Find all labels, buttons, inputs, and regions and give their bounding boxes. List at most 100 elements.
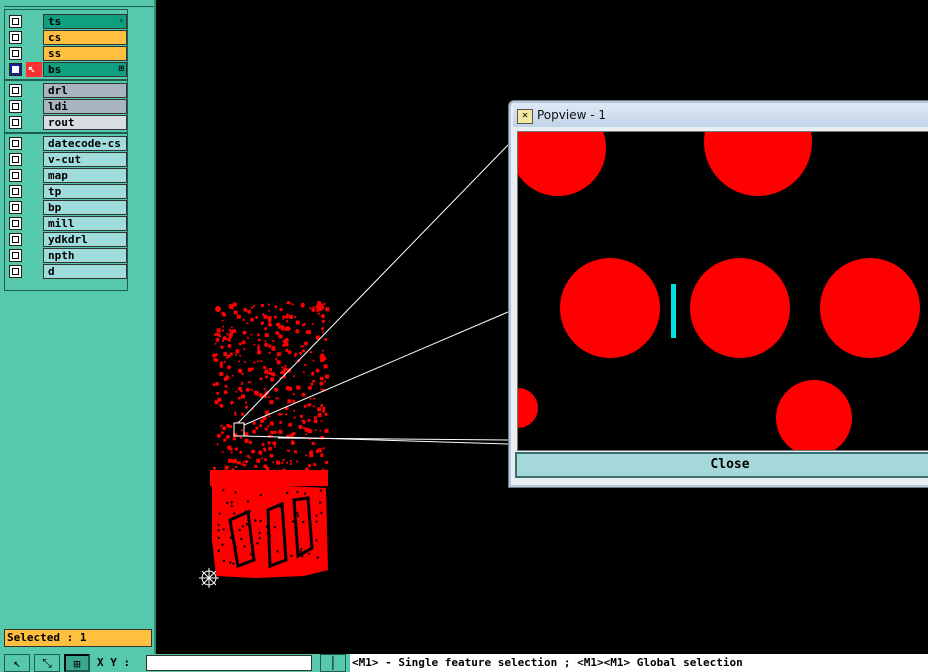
layer-row-tp[interactable]: tp xyxy=(7,184,127,199)
layer-row-rout[interactable]: rout xyxy=(7,115,127,130)
layer-row-d[interactable]: d xyxy=(7,264,127,279)
layer-checkbox-ydkdrl[interactable] xyxy=(9,233,22,246)
selected-feature[interactable] xyxy=(671,284,676,338)
layer-name[interactable]: npth xyxy=(43,248,127,263)
layer-name[interactable]: v-cut xyxy=(43,152,127,167)
board-feature xyxy=(273,526,276,529)
layer-checkbox-v-cut[interactable] xyxy=(9,153,22,166)
layer-row-ydkdrl[interactable]: ydkdrl xyxy=(7,232,127,247)
popview-window[interactable]: ✕ Popview - 1 Close xyxy=(508,100,928,488)
select-tool-icon[interactable]: ↖ xyxy=(4,654,30,672)
layer-checkbox-datecode-cs[interactable] xyxy=(9,137,22,150)
layer-checkbox-npth[interactable] xyxy=(9,249,22,262)
layer-name[interactable]: rout xyxy=(43,115,127,130)
popview-titlebar[interactable]: ✕ Popview - 1 xyxy=(513,103,928,127)
layer-row-ss[interactable]: ss xyxy=(7,46,127,61)
layer-name[interactable]: ss xyxy=(43,46,127,61)
board-feature xyxy=(290,433,294,437)
popview-canvas[interactable] xyxy=(518,132,928,450)
board-feature xyxy=(324,428,329,433)
snap-tool-icon[interactable]: ⊞ xyxy=(64,654,90,672)
layer-row-ldi[interactable]: ldi xyxy=(7,99,127,114)
layer-name[interactable]: datecode-cs xyxy=(43,136,127,151)
measure-tool-icon[interactable]: ⤡ xyxy=(34,654,60,672)
board-feature xyxy=(241,373,244,376)
board-feature xyxy=(231,374,234,377)
board-feature xyxy=(256,360,259,363)
board-feature xyxy=(311,442,315,445)
layer-name[interactable]: drl xyxy=(43,83,127,98)
pad[interactable] xyxy=(820,258,920,358)
layer-checkbox-bs[interactable] xyxy=(9,63,22,76)
layer-row-cs[interactable]: cs xyxy=(7,30,127,45)
cursor-mode-icon[interactable]: │ xyxy=(320,654,346,672)
layer-name[interactable]: ldi xyxy=(43,99,127,114)
layer-checkbox-cs[interactable] xyxy=(9,31,22,44)
board-feature xyxy=(305,433,308,436)
popview-zoom-view[interactable] xyxy=(517,131,928,451)
layer-name[interactable]: d xyxy=(43,264,127,279)
board-feature xyxy=(243,348,246,351)
board-feature xyxy=(253,361,256,364)
board-feature xyxy=(272,461,275,464)
layer-row-npth[interactable]: npth xyxy=(7,248,127,263)
board-feature xyxy=(276,360,281,365)
layer-name[interactable]: ts ✧ xyxy=(43,14,127,29)
layer-name[interactable]: bp xyxy=(43,200,127,215)
pad[interactable] xyxy=(518,388,538,428)
layer-checkbox-drl[interactable] xyxy=(9,84,22,97)
board-feature xyxy=(268,446,273,451)
layer-row-ts[interactable]: ts ✧ xyxy=(7,14,127,29)
layer-checkbox-tp[interactable] xyxy=(9,185,22,198)
layer-row-bp[interactable]: bp xyxy=(7,200,127,215)
pad[interactable] xyxy=(690,258,790,358)
layer-checkbox-d[interactable] xyxy=(9,265,22,278)
layer-checkbox-ss[interactable] xyxy=(9,47,22,60)
board-feature xyxy=(315,368,320,373)
work-layer-arrow-icon[interactable]: ↖ xyxy=(26,61,42,77)
layer-name[interactable]: ydkdrl xyxy=(43,232,127,247)
pad[interactable] xyxy=(704,132,812,196)
layer-row-v-cut[interactable]: v-cut xyxy=(7,152,127,167)
layer-checkbox-ts[interactable] xyxy=(9,15,22,28)
board-feature xyxy=(271,372,276,377)
layer-name[interactable]: mill xyxy=(43,216,127,231)
board-feature xyxy=(249,440,252,444)
layer-row-map[interactable]: map xyxy=(7,168,127,183)
layer-name[interactable]: map xyxy=(43,168,127,183)
board-feature xyxy=(220,424,223,427)
layer-row-datecode-cs[interactable]: datecode-cs xyxy=(7,136,127,151)
layer-checkbox-rout[interactable] xyxy=(9,116,22,129)
layer-name[interactable]: tp xyxy=(43,184,127,199)
layer-row-mill[interactable]: mill xyxy=(7,216,127,231)
layer-checkbox-map[interactable] xyxy=(9,169,22,182)
board-feature xyxy=(228,458,232,463)
layer-checkbox-mill[interactable] xyxy=(9,217,22,230)
pcb-board[interactable] xyxy=(210,300,330,578)
layer-checkbox-ldi[interactable] xyxy=(9,100,22,113)
board-feature xyxy=(300,345,302,348)
pad[interactable] xyxy=(776,380,852,450)
board-feature xyxy=(292,393,295,396)
board-feature xyxy=(291,439,294,442)
board-feature xyxy=(320,314,325,319)
board-feature xyxy=(321,327,324,331)
board-feature xyxy=(319,381,324,386)
layer-checkbox-bp[interactable] xyxy=(9,201,22,214)
layer-name[interactable]: bs ⊞ xyxy=(43,62,127,77)
pad[interactable] xyxy=(518,132,606,196)
layer-name[interactable]: cs xyxy=(43,30,127,45)
board-feature xyxy=(325,307,330,312)
layer-row-bs[interactable]: ↖ bs ⊞ xyxy=(7,61,127,77)
board-feature xyxy=(232,512,236,515)
close-button[interactable]: Close xyxy=(515,452,928,478)
board-feature xyxy=(264,458,267,462)
xy-coordinate-field[interactable] xyxy=(146,655,312,671)
board-feature xyxy=(298,425,302,429)
layer-group-divider xyxy=(5,79,127,81)
pad[interactable] xyxy=(560,258,660,358)
layer-flag-icon: ⊞ xyxy=(118,64,124,74)
board-feature xyxy=(259,377,263,381)
layer-row-drl[interactable]: drl xyxy=(7,83,127,98)
board-feature xyxy=(241,394,245,399)
